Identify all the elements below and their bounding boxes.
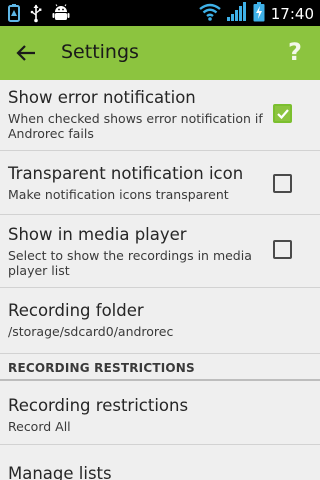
status-time: 17:40 xyxy=(270,5,314,23)
setting-recording-restrictions[interactable]: Recording restrictions Record All xyxy=(0,381,320,445)
section-header-recording-restrictions: RECORDING RESTRICTIONS xyxy=(0,354,320,381)
settings-list: Show error notification When checked sho… xyxy=(0,80,320,480)
setting-title: Show in media player xyxy=(8,225,187,244)
back-button[interactable] xyxy=(12,39,40,67)
usb-icon xyxy=(30,3,42,27)
setting-summary: Record All xyxy=(8,419,71,434)
show-in-media-player-checkbox[interactable] xyxy=(273,240,292,259)
transparent-notification-icon-checkbox[interactable] xyxy=(273,174,292,193)
action-bar: Settings ? xyxy=(0,26,320,80)
section-header-label: RECORDING RESTRICTIONS xyxy=(8,361,195,375)
android-debug-icon xyxy=(52,3,70,27)
setting-title: Manage lists xyxy=(8,464,112,480)
show-error-notification-checkbox[interactable] xyxy=(273,104,292,123)
setting-recording-folder[interactable]: Recording folder /storage/sdcard0/andror… xyxy=(0,288,320,354)
status-bar: 17:40 xyxy=(0,0,320,26)
help-icon: ? xyxy=(288,38,302,66)
signal-icon xyxy=(226,2,247,26)
setting-show-error-notification[interactable]: Show error notification When checked sho… xyxy=(0,80,320,151)
setting-title: Show error notification xyxy=(8,88,196,107)
wifi-icon xyxy=(199,2,221,26)
usb-storage-icon xyxy=(8,3,20,27)
setting-summary: Make notification icons transparent xyxy=(8,187,229,202)
page-title: Settings xyxy=(61,41,139,63)
setting-title: Recording restrictions xyxy=(8,396,189,415)
setting-summary: /storage/sdcard0/androrec xyxy=(8,324,174,339)
setting-title: Recording folder xyxy=(8,301,144,320)
setting-title: Transparent notification icon xyxy=(8,164,244,183)
setting-summary: When checked shows error notification if… xyxy=(8,111,263,141)
help-button[interactable]: ? xyxy=(284,36,306,68)
setting-show-in-media-player[interactable]: Show in media player Select to show the … xyxy=(0,215,320,288)
battery-charging-icon xyxy=(253,2,265,26)
checkmark-icon xyxy=(277,109,289,120)
setting-manage-lists[interactable]: Manage lists xyxy=(0,445,320,480)
setting-summary: Select to show the recordings in media p… xyxy=(8,248,252,278)
arrow-back-icon xyxy=(12,45,40,71)
setting-transparent-notification-icon[interactable]: Transparent notification icon Make notif… xyxy=(0,151,320,215)
